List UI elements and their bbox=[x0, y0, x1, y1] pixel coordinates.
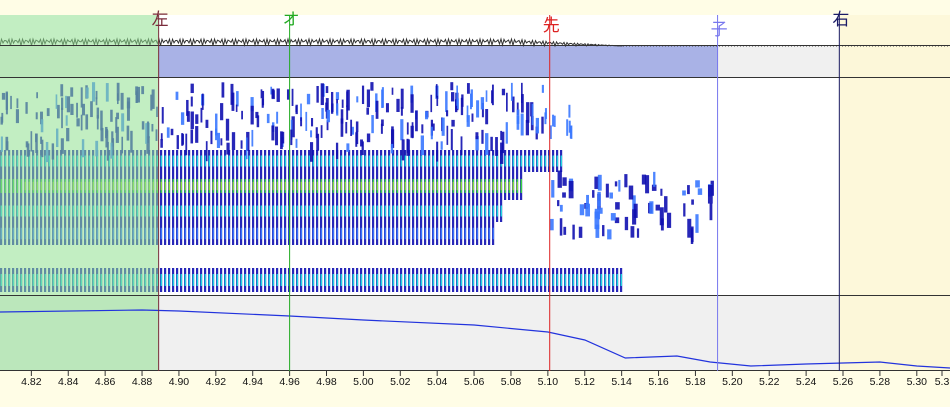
axis-tick-label: 5.04 bbox=[426, 376, 448, 388]
axis-tick-label: 5.28 bbox=[869, 376, 891, 388]
marker-label[interactable]: 先 bbox=[543, 18, 560, 35]
axis-tick-label: 5.14 bbox=[611, 376, 632, 388]
axis-tick-label: 5.18 bbox=[685, 376, 706, 388]
time-selection[interactable] bbox=[0, 15, 159, 371]
axis-tick-label: 4.94 bbox=[242, 376, 263, 388]
editor-canvas[interactable] bbox=[0, 0, 950, 402]
axis-tick-label: 5.22 bbox=[759, 376, 780, 388]
axis-tick-label: 5.24 bbox=[795, 376, 817, 388]
marker-label[interactable]: オ bbox=[283, 12, 300, 29]
axis-tick-label: 5.16 bbox=[648, 376, 669, 388]
marker-label[interactable]: 子 bbox=[711, 22, 728, 39]
sound-editor-view[interactable]: 左 オ 先 子 右 4.82 4.84 4.86 4.88 4.90 4.92 4.94 4.96 4.… bbox=[0, 0, 950, 402]
axis-tick-label: 5.20 bbox=[722, 376, 743, 388]
right-region-shade bbox=[839, 15, 950, 371]
axis-tick-label: 5.08 bbox=[500, 376, 522, 388]
axis-tick-label: 4.92 bbox=[205, 376, 227, 388]
waveform-envelope-band bbox=[158, 46, 718, 77]
axis-tick-label: 5.02 bbox=[390, 376, 411, 388]
axis-tick-label: 5.26 bbox=[832, 376, 854, 388]
axis-tick-label: 4.88 bbox=[131, 376, 153, 388]
axis-tick-label: 4.90 bbox=[168, 376, 190, 388]
marker-label[interactable]: 左 bbox=[152, 12, 169, 29]
axis-tick-label: 4.96 bbox=[279, 376, 300, 388]
axis-tick-label: 5.00 bbox=[353, 376, 374, 388]
axis-tick-label: 5.3 bbox=[934, 376, 950, 388]
axis-tick-label: 5.06 bbox=[463, 376, 485, 388]
marker-label[interactable]: 右 bbox=[832, 12, 849, 29]
axis-tick-label: 4.86 bbox=[94, 376, 116, 388]
axis-tick-label: 5.12 bbox=[574, 376, 595, 388]
axis-tick-label: 4.82 bbox=[21, 376, 42, 388]
axis-tick-label: 5.30 bbox=[906, 376, 927, 388]
axis-tick-label: 4.84 bbox=[58, 376, 79, 388]
axis-tick-label: 4.98 bbox=[316, 376, 337, 388]
axis-tick-label: 5.10 bbox=[537, 376, 559, 388]
